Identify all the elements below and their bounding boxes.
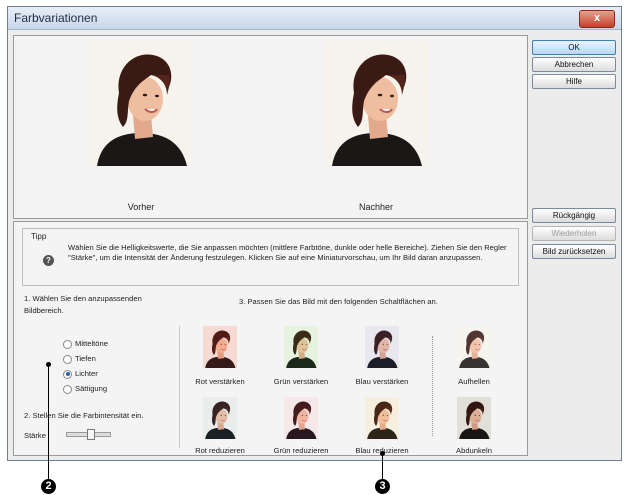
step1-heading: 1. Wählen Sie den anzupassenden Bildbere…	[24, 294, 142, 315]
intensity-slider-thumb[interactable]	[87, 429, 95, 440]
reset-image-button[interactable]: Bild zurücksetzen	[532, 244, 616, 259]
thumb-less-red[interactable]	[203, 397, 237, 439]
radio-saturation[interactable]: Sättigung	[63, 384, 107, 394]
controls-panel: Tipp ? Wählen Sie die Helligkeitswerte, …	[13, 221, 528, 456]
thumb-label: Grün reduzieren	[273, 446, 329, 455]
tip-label: Tipp	[31, 232, 47, 241]
thumb-more-red[interactable]	[203, 326, 237, 368]
radio-button[interactable]	[63, 384, 72, 394]
radio-shadows[interactable]: Tiefen	[63, 354, 96, 364]
color-variations-dialog: Farbvariationen x Vorher Nachher Tipp ? …	[7, 6, 622, 461]
before-label: Vorher	[127, 202, 155, 212]
close-icon: x	[593, 12, 601, 24]
radio-highlights[interactable]: Lichter	[63, 369, 98, 379]
intensity-label: Stärke	[24, 431, 46, 440]
thumb-label: Abdunkeln	[456, 446, 492, 455]
window-title: Farbvariationen	[14, 11, 98, 25]
radio-label: Sättigung	[75, 384, 108, 393]
close-button[interactable]: x	[579, 10, 615, 28]
tip-box: Tipp ? Wählen Sie die Helligkeitswerte, …	[22, 228, 519, 286]
thumb-more-green[interactable]	[284, 326, 318, 368]
thumb-darken[interactable]	[457, 397, 491, 439]
divider	[179, 326, 180, 448]
preview-panel: Vorher Nachher	[13, 35, 528, 219]
radio-button-selected[interactable]	[63, 369, 72, 379]
thumb-label: Rot verstärken	[195, 377, 245, 386]
before-image	[89, 41, 193, 166]
step2-heading: 2. Stellen Sie die Farbintensität ein.	[24, 411, 144, 420]
radio-midtones[interactable]: Mitteltöne	[63, 339, 108, 349]
callout-badge-2: 2	[41, 479, 56, 494]
radio-button[interactable]	[63, 354, 72, 364]
step3-heading: 3. Passen Sie das Bild mit den folgenden…	[239, 297, 438, 306]
radio-button[interactable]	[63, 339, 72, 349]
radio-label: Lichter	[75, 369, 98, 378]
callout-line	[382, 453, 383, 480]
thumb-label: Aufhellen	[458, 377, 490, 386]
radio-label: Tiefen	[75, 354, 96, 363]
divider	[432, 336, 434, 436]
thumb-label: Grün verstärken	[273, 377, 329, 386]
redo-button[interactable]: Wiederholen	[532, 226, 616, 241]
thumb-label: Rot reduzieren	[195, 446, 245, 455]
thumb-more-blue[interactable]	[365, 326, 399, 368]
radio-label: Mitteltöne	[75, 339, 108, 348]
ok-button[interactable]: OK	[532, 40, 616, 55]
callout-line	[48, 364, 49, 480]
after-label: Nachher	[358, 202, 394, 212]
thumb-less-green[interactable]	[284, 397, 318, 439]
tip-text: Wählen Sie die Helligkeitswerte, die Sie…	[68, 243, 507, 262]
callout-badge-3: 3	[375, 479, 390, 494]
cancel-button[interactable]: Abbrechen	[532, 57, 616, 72]
title-bar[interactable]: Farbvariationen x	[8, 7, 621, 30]
thumb-label: Blau verstärken	[355, 377, 409, 386]
help-icon: ?	[43, 255, 54, 266]
undo-button[interactable]: Rückgängig	[532, 208, 616, 223]
after-image	[324, 41, 428, 166]
help-button[interactable]: Hilfe	[532, 74, 616, 89]
thumb-lighten[interactable]	[457, 326, 491, 368]
thumb-less-blue[interactable]	[365, 397, 399, 439]
